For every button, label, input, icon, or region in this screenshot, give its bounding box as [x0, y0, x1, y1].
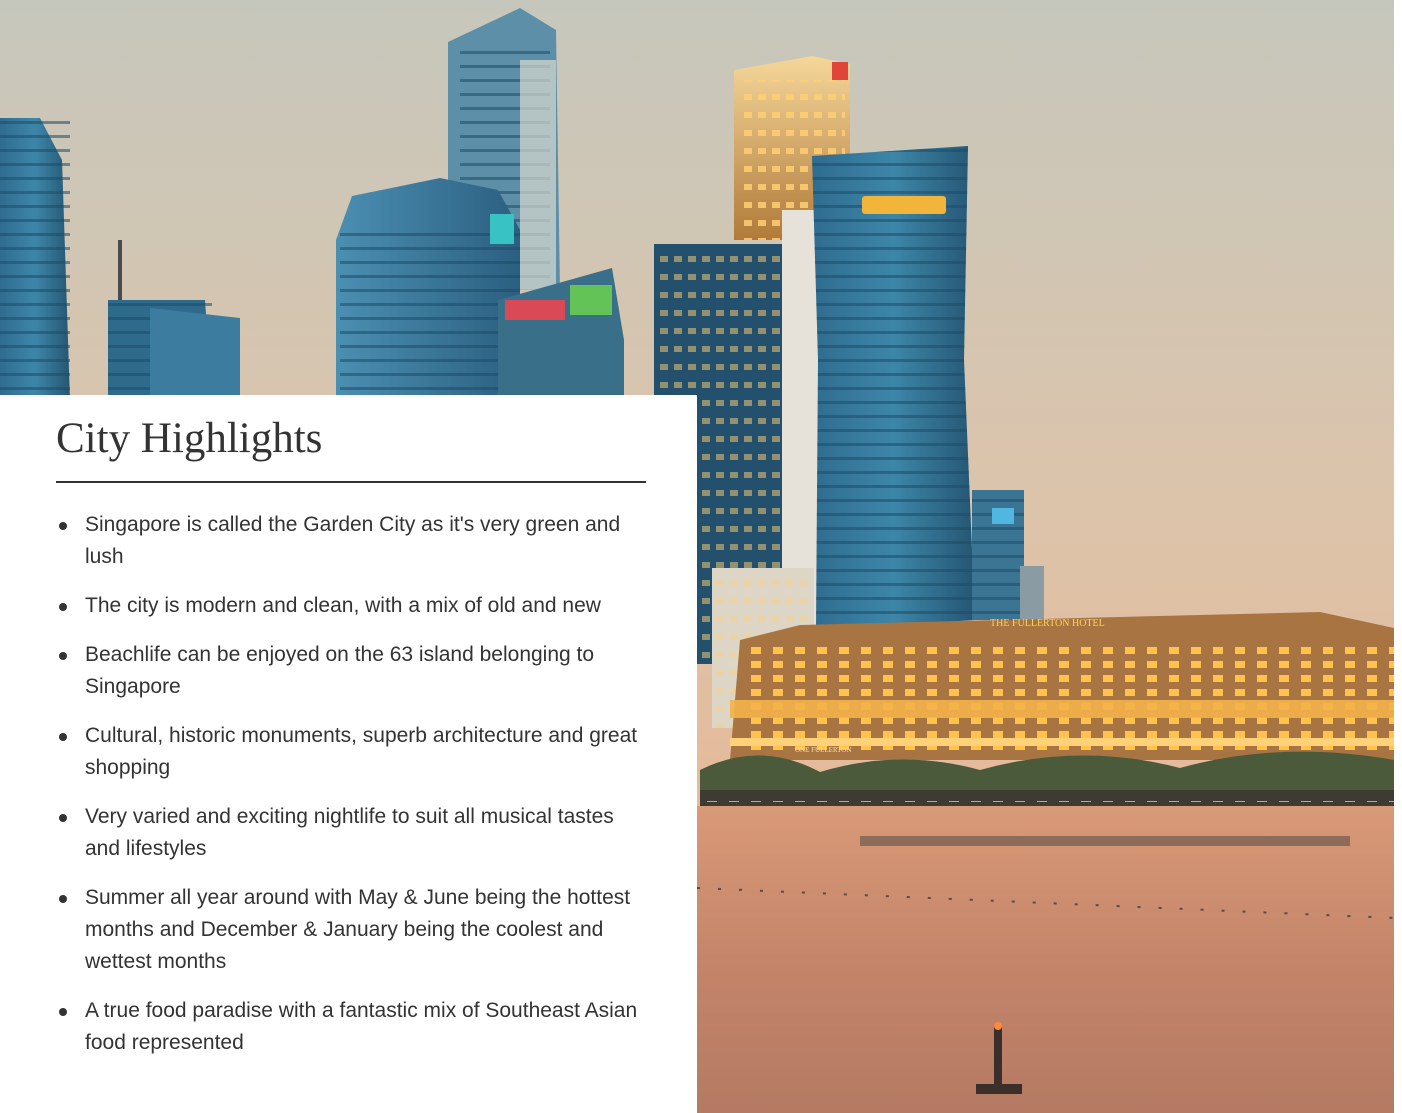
list-item: Cultural, historic monuments, superb arc… — [59, 720, 646, 784]
list-item: Very varied and exciting nightlife to su… — [59, 801, 646, 865]
list-item: A true food paradise with a fantastic mi… — [59, 995, 646, 1059]
list-item: The city is modern and clean, with a mix… — [59, 590, 646, 622]
list-item: Singapore is called the Garden City as i… — [59, 509, 646, 573]
list-item: Beachlife can be enjoyed on the 63 islan… — [59, 639, 646, 703]
card-title: City Highlights — [56, 413, 646, 483]
pier-sign: ONE FULLERTON — [795, 746, 851, 754]
highlights-card: City Highlights Singapore is called the … — [0, 395, 697, 1113]
hotel-sign: THE FULLERTON HOTEL — [990, 618, 1105, 629]
list-item: Summer all year around with May & June b… — [59, 882, 646, 978]
highlights-list: Singapore is called the Garden City as i… — [56, 509, 646, 1059]
